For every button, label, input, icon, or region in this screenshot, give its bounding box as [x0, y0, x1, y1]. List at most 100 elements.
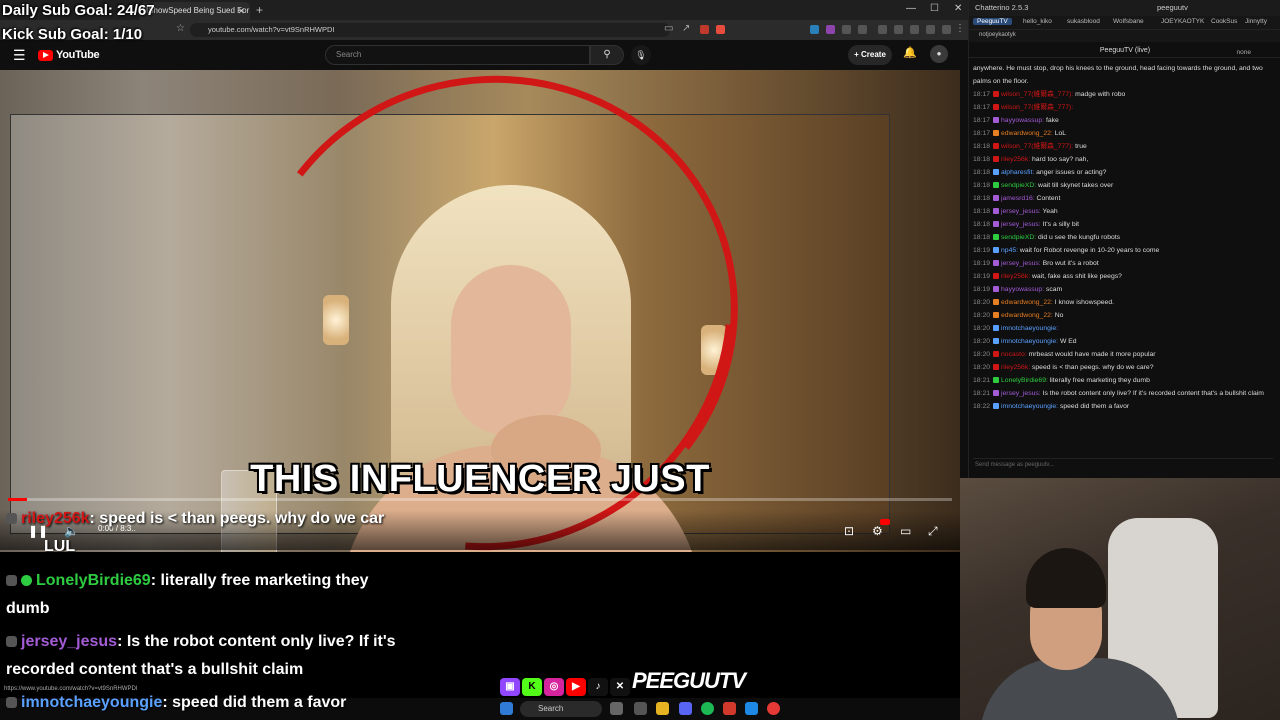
- chrome-icon[interactable]: [767, 702, 780, 715]
- extension-icon[interactable]: [858, 25, 867, 34]
- chatterino-tab[interactable]: JOEYKAOTYK: [1161, 18, 1204, 25]
- avatar[interactable]: ●: [930, 45, 948, 63]
- extension-icon[interactable]: [842, 25, 851, 34]
- chat-message: 18:18 sendpieXD: did u see the kungfu rob…: [973, 231, 1273, 244]
- chat-username[interactable]: hayyowassup:: [1001, 286, 1044, 293]
- extension-icon[interactable]: [894, 25, 903, 34]
- chat-username[interactable]: wilson_77(維爾森_777):: [1001, 91, 1073, 98]
- chat-username[interactable]: jersey_jesus:: [1001, 208, 1041, 215]
- extension-icon[interactable]: [810, 25, 819, 34]
- video-progress-bar[interactable]: [8, 498, 952, 501]
- app-icon[interactable]: [634, 702, 647, 715]
- chatterino-user[interactable]: peeguutv: [1157, 3, 1188, 12]
- chat-username[interactable]: sendpieXD:: [1001, 182, 1036, 189]
- chat-username[interactable]: sendpieXD:: [1001, 234, 1036, 241]
- chat-username[interactable]: jersey_jesus:: [1001, 260, 1041, 267]
- url-field[interactable]: youtube.com/watch?v=vt9SnRHWPDI: [190, 23, 670, 37]
- folder-icon[interactable]: [656, 702, 669, 715]
- browser-menu-icon[interactable]: ⋮: [955, 23, 965, 34]
- extension-icon[interactable]: [878, 25, 887, 34]
- search-button[interactable]: ⚲: [590, 45, 624, 65]
- chat-text: wait till skynet takes over: [1038, 182, 1114, 189]
- spotify-icon[interactable]: [701, 702, 714, 715]
- chat-timestamp: 18:20: [973, 364, 991, 371]
- extension-icon[interactable]: [910, 25, 919, 34]
- chat-username[interactable]: riley256k:: [1001, 364, 1030, 371]
- chat-username[interactable]: jamesrd16:: [1001, 195, 1035, 202]
- chat-username[interactable]: edwardwong_22:: [1001, 299, 1053, 306]
- chatterino-tab[interactable]: hello_kiko: [1023, 18, 1052, 25]
- chat-text: fake: [1045, 117, 1059, 124]
- chat-message: 18:18 sendpieXD: wait till skynet takes o…: [973, 179, 1273, 192]
- create-button[interactable]: + Create: [848, 45, 892, 65]
- chat-username[interactable]: riley256k:: [1001, 273, 1030, 280]
- video-player[interactable]: THIS INFLUENCER JUST ❚❚ 🔈 0:00 / 8:3.. ⊡…: [0, 70, 960, 552]
- chat-username[interactable]: jersey_jesus:: [1001, 390, 1041, 397]
- chat-username[interactable]: wilson_77(維爾森_777):: [1001, 143, 1073, 150]
- chat-username[interactable]: LonelyBirdie69:: [1001, 377, 1048, 384]
- close-icon[interactable]: ✕: [237, 2, 245, 20]
- chatterino-message-input[interactable]: Send message as peeguutv...: [973, 458, 1273, 470]
- app-icon[interactable]: [723, 702, 736, 715]
- chat-text: did u see the kungfu robots: [1038, 234, 1121, 241]
- chat-username[interactable]: riley256k:: [1001, 156, 1030, 163]
- chat-username[interactable]: imnotchaeyoungie:: [1001, 325, 1058, 332]
- chat-username[interactable]: np45:: [1001, 247, 1018, 254]
- settings-gear-icon[interactable]: ⚙: [872, 524, 883, 538]
- chat-username[interactable]: edwardwong_22:: [1001, 312, 1053, 319]
- bookmark-icon[interactable]: ☆: [176, 23, 185, 34]
- share-icon[interactable]: ↗: [682, 23, 690, 34]
- chat-username[interactable]: jersey_jesus:: [1001, 221, 1041, 228]
- extension-icon[interactable]: [716, 25, 725, 34]
- cast-icon[interactable]: ▭: [664, 23, 673, 34]
- chat-text: No: [1054, 312, 1064, 319]
- minimize-icon[interactable]: —: [906, 3, 916, 14]
- chat-username[interactable]: alpharesfit:: [1001, 169, 1034, 176]
- video-progress-fill: [8, 498, 27, 501]
- chatterino-message-list[interactable]: anywhere. He must stop, drop his knees t…: [973, 62, 1273, 454]
- app-icon[interactable]: [745, 702, 758, 715]
- browser-tab[interactable]: IShowSpeed Being Sued For $1... ✕: [140, 2, 250, 20]
- captions-icon[interactable]: ⊡: [844, 524, 854, 538]
- extension-icon[interactable]: [826, 25, 835, 34]
- fullscreen-icon[interactable]: ⤢: [928, 524, 938, 539]
- windows-start-icon[interactable]: [500, 702, 513, 715]
- chat-timestamp: 18:18: [973, 221, 991, 228]
- extension-icon[interactable]: [926, 25, 935, 34]
- discord-icon[interactable]: [679, 702, 692, 715]
- app-icon[interactable]: [610, 702, 623, 715]
- chatterino-tab[interactable]: CookSus: [1211, 18, 1237, 25]
- chatterino-tab[interactable]: PeeguuTV: [973, 18, 1012, 25]
- chat-username[interactable]: nocasto:: [1001, 351, 1027, 358]
- chatterino-tab[interactable]: Wolfsbane: [1113, 18, 1144, 25]
- chat-username[interactable]: imnotchaeyoungie:: [1001, 338, 1058, 345]
- chat-username[interactable]: hayyowassup:: [1001, 117, 1044, 124]
- chat-timestamp: 18:18: [973, 143, 991, 150]
- chatterino-tab[interactable]: sukasblood: [1067, 18, 1100, 25]
- extension-icon[interactable]: [942, 25, 951, 34]
- taskbar-search[interactable]: Search: [520, 701, 602, 717]
- chat-badge-icon: [993, 273, 1000, 280]
- create-label: Create: [861, 50, 886, 59]
- chat-username[interactable]: wilson_77(維爾森_777):: [1001, 104, 1073, 111]
- search-input[interactable]: Search: [325, 45, 590, 65]
- chat-username[interactable]: edwardwong_22:: [1001, 130, 1053, 137]
- chatterino-tab[interactable]: Jinnytty: [1245, 18, 1267, 25]
- maximize-icon[interactable]: ☐: [930, 3, 939, 14]
- overlay-chat-line: recorded content that's a bullshit claim: [6, 661, 303, 679]
- chatterino-subtab[interactable]: notjoeykaotyk: [979, 32, 1016, 38]
- microphone-icon[interactable]: 🎙: [631, 45, 651, 65]
- chat-badge-icon: [6, 575, 17, 587]
- bell-icon[interactable]: 🔔: [903, 46, 917, 59]
- theater-mode-icon[interactable]: ▭: [900, 524, 911, 538]
- chat-username[interactable]: imnotchaeyoungie:: [1001, 403, 1058, 410]
- chat-badge-icon: [993, 156, 1000, 163]
- chat-badge-icon: [993, 117, 1000, 124]
- chat-timestamp: 18:18: [973, 234, 991, 241]
- window-close-icon[interactable]: ✕: [954, 3, 962, 14]
- new-tab-icon[interactable]: +: [256, 3, 263, 17]
- youtube-logo[interactable]: YouTube: [38, 49, 100, 61]
- extension-icon[interactable]: [700, 25, 709, 34]
- overlay-chat-line: LonelyBirdie69: literally free marketing…: [6, 572, 369, 590]
- hamburger-icon[interactable]: ☰: [13, 47, 26, 64]
